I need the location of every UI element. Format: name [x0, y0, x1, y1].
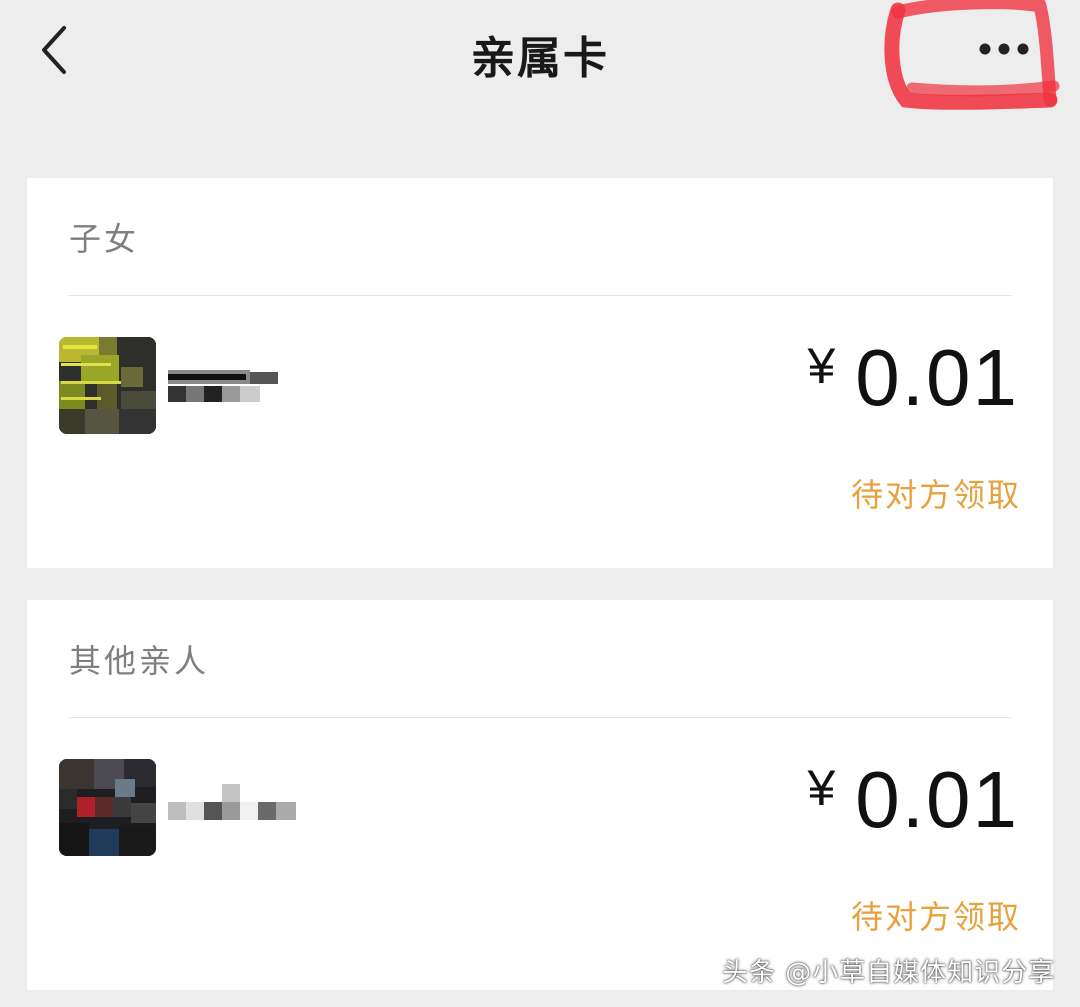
amount-value: 0.01	[855, 333, 1019, 422]
avatar	[59, 337, 156, 434]
watermark: 头条 @小草自媒体知识分享	[722, 958, 1056, 988]
name-mosaic	[168, 370, 308, 404]
section-title: 其他亲人	[69, 642, 210, 680]
more-dots-icon	[979, 43, 1029, 55]
page-title: 亲属卡	[471, 33, 609, 84]
amount-display: ¥0.01	[807, 338, 1019, 418]
more-button[interactable]	[972, 34, 1036, 64]
avatar	[59, 759, 156, 856]
name-mosaic	[168, 782, 308, 822]
navigation-bar: 亲属卡	[0, 0, 1080, 110]
member-row[interactable]: ¥0.01 待对方领取	[27, 296, 1053, 568]
amount-display: ¥0.01	[807, 760, 1019, 840]
member-row[interactable]: ¥0.01 待对方领取	[27, 718, 1053, 990]
section-card-children: 子女 ¥ 0.01 待对方领取	[27, 178, 1053, 568]
section-title: 子女	[69, 220, 140, 258]
status-text: 待对方领取	[850, 898, 1021, 936]
status-text: 待对方领取	[850, 476, 1021, 514]
section-card-other-relatives: 其他亲人 ¥ 0.01 待对方领取	[27, 600, 1053, 990]
currency-symbol: ¥	[807, 338, 838, 394]
currency-symbol: ¥	[807, 760, 838, 816]
amount-value: 0.01	[855, 755, 1019, 844]
